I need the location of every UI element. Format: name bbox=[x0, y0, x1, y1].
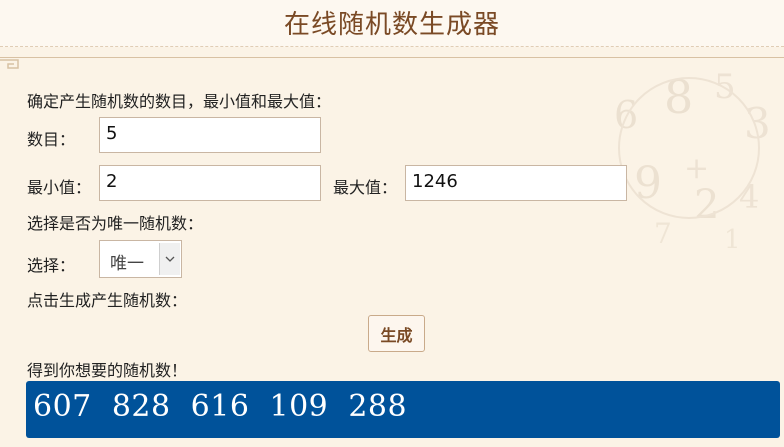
page-header: 在线随机数生成器 bbox=[0, 0, 784, 47]
intro-label: 确定产生随机数的数目，最小值和最大值： bbox=[27, 92, 332, 111]
min-input[interactable]: 2 bbox=[99, 165, 321, 201]
chevron-down-icon[interactable] bbox=[159, 243, 180, 275]
select-label: 选择： bbox=[27, 256, 76, 275]
svg-text:6: 6 bbox=[614, 93, 638, 137]
result-numbers: 607 828 616 109 288 bbox=[33, 389, 408, 424]
generate-button[interactable]: 生成 bbox=[368, 315, 425, 352]
unique-select[interactable]: 唯一 bbox=[99, 240, 182, 278]
count-label: 数目： bbox=[27, 130, 76, 149]
svg-text:2: 2 bbox=[694, 182, 719, 228]
result-prompt-label: 得到你想要的随机数！ bbox=[27, 361, 188, 380]
number-background-icon: 6 8 5 3 9 + 2 4 7 1 bbox=[614, 67, 771, 255]
result-box: 607 828 616 109 288 bbox=[26, 381, 780, 438]
svg-text:+: + bbox=[684, 151, 709, 186]
generate-prompt-label: 点击生成产生随机数： bbox=[27, 291, 188, 310]
max-label: 最大值： bbox=[333, 178, 398, 197]
svg-text:9: 9 bbox=[634, 158, 662, 209]
max-input[interactable]: 1246 bbox=[405, 165, 627, 201]
page-title: 在线随机数生成器 bbox=[283, 10, 500, 40]
min-label: 最小值： bbox=[27, 178, 92, 197]
select-value: 唯一 bbox=[110, 254, 144, 274]
count-input[interactable]: 5 bbox=[99, 117, 321, 153]
svg-text:1: 1 bbox=[724, 225, 741, 255]
svg-text:3: 3 bbox=[744, 99, 771, 148]
svg-text:7: 7 bbox=[654, 217, 672, 250]
corner-ornament-icon bbox=[0, 59, 19, 69]
unique-prompt-label: 选择是否为唯一随机数： bbox=[27, 214, 204, 233]
